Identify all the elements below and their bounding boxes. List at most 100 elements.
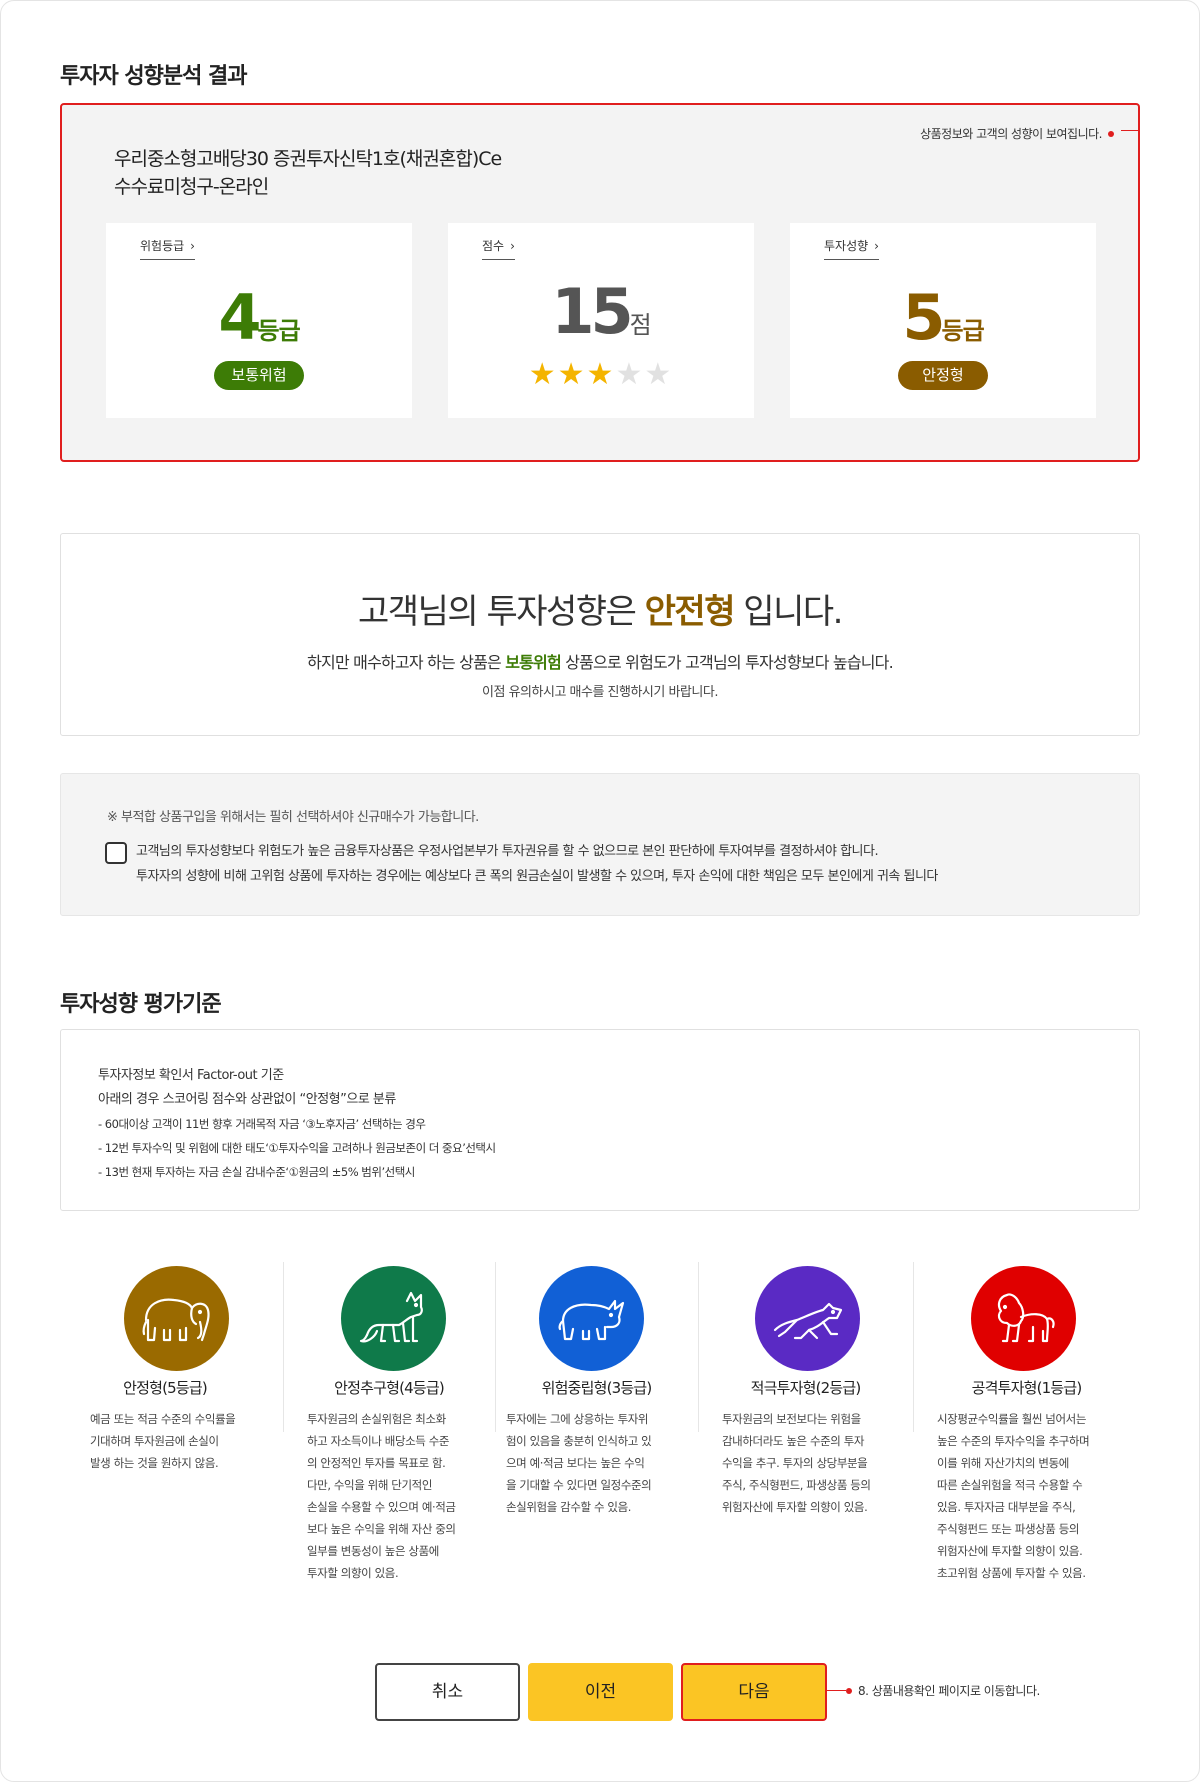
chevron-right-icon: › — [874, 238, 879, 253]
consent-text-line2: 투자자의 성향에 비해 고위험 상품에 투자하는 경우에는 예상보다 큰 폭의 … — [136, 869, 938, 884]
criteria-panel: 투자자정보 확인서 Factor-out 기준 아래의 경우 스코어링 점수와 … — [60, 1029, 1140, 1211]
score-stars: ★★★★★ — [448, 357, 754, 392]
desc-line: 투자에는 그에 상응하는 투자위 — [506, 1412, 649, 1426]
risk-grade-tab-label: 위험등급 — [140, 239, 185, 253]
desc-line: 의 안정적인 투자를 목표로 함. — [307, 1456, 446, 1470]
consent-checkbox[interactable] — [105, 842, 127, 864]
desc-line: 으며 예·적금 보다는 높은 수익 — [506, 1456, 645, 1470]
star-empty-icon: ★ — [615, 357, 645, 392]
desc-line: 투자할 의향이 있음. — [307, 1566, 399, 1580]
desc-line: 이를 위해 자산가치의 변동에 — [937, 1456, 1069, 1470]
next-annotation: 8. 상품내용확인 페이지로 이동합니다. — [826, 1682, 1040, 1699]
type-name-stable-seeking: 안정추구형(4등급) — [334, 1379, 445, 1397]
desc-line: 시장평균수익률을 훨씬 넘어서는 — [937, 1412, 1087, 1426]
type-divider — [283, 1262, 284, 1432]
result-section-title: 투자자 성향분석 결과 — [60, 64, 247, 89]
notice-main-suffix: 입니다. — [734, 592, 843, 632]
desc-line: 투자원금의 손실위험은 최소화 — [307, 1412, 446, 1426]
investor-types: 안정형(5등급) 예금 또는 적금 수준의 수익률을 기대하며 투자원금에 손실… — [60, 1262, 1140, 1602]
next-button[interactable]: 다음 — [681, 1663, 827, 1721]
type-desc-stable: 예금 또는 적금 수준의 수익률을 기대하며 투자원금에 손실이 발생 하는 것… — [90, 1408, 236, 1474]
desc-line: 투자원금의 보전보다는 위험을 — [722, 1412, 861, 1426]
desc-line: 손실위험을 감수할 수 있음. — [506, 1500, 632, 1514]
risk-grade-unit: 등급 — [257, 317, 300, 345]
prev-button[interactable]: 이전 — [528, 1663, 673, 1721]
criteria-section-title: 투자성향 평가기준 — [60, 992, 222, 1017]
type-desc-stable-seeking: 투자원금의 손실위험은 최소화 하고 자소득이나 배당소득 수준 의 안정적인 … — [307, 1408, 456, 1584]
criteria-line2: 아래의 경우 스코어링 점수와 상관없이 “안정형”으로 분류 — [98, 1092, 396, 1107]
propensity-card: 투자성향 › 5등급 안정형 — [790, 223, 1096, 418]
criteria-bullet: - 12번 투자수익 및 위험에 대한 태도‘①투자수익을 고려하나 원금보존이… — [98, 1141, 496, 1155]
desc-line: 을 기대할 수 있다면 일정수준의 — [506, 1478, 652, 1492]
propensity-unit: 등급 — [941, 317, 984, 345]
consent-note: ※ 부적합 상품구입을 위해서는 필히 선택하셔야 신규매수가 가능합니다. — [107, 810, 479, 825]
desc-line: 하고 자소득이나 배당소득 수준 — [307, 1434, 450, 1448]
annotation-connector — [1121, 130, 1139, 131]
criteria-line1: 투자자정보 확인서 Factor-out 기준 — [98, 1068, 284, 1083]
type-desc-aggressive: 시장평균수익률을 훨씬 넘어서는 높은 수준의 투자수익을 추구하며 이를 위해… — [937, 1408, 1090, 1584]
desc-line: 험이 있음을 충분히 인식하고 있 — [506, 1434, 652, 1448]
annotation-dot-icon — [1108, 130, 1114, 137]
chevron-right-icon: › — [190, 238, 195, 253]
type-name-stable: 안정형(5등급) — [123, 1379, 208, 1397]
score-value: 15점 — [448, 277, 754, 360]
desc-line: 위험자산에 투자할 의향이 있음. — [722, 1500, 868, 1514]
type-name-aggressive: 공격투자형(1등급) — [971, 1379, 1083, 1397]
propensity-notice: 고객님의 투자성향은 안전형 입니다. 하지만 매수하고자 하는 상품은 보통위… — [60, 533, 1140, 736]
propensity-value: 5등급 — [790, 283, 1096, 366]
desc-line: 감내하더라도 높은 수준의 투자 — [722, 1434, 865, 1448]
risk-grade-badge: 보통위험 — [214, 361, 304, 390]
risk-grade-tab[interactable]: 위험등급 › — [140, 237, 195, 260]
criteria-bullet: - 13번 현재 투자하는 자금 손실 감내수준‘①원금의 ±5% 범위’선택시 — [98, 1165, 415, 1179]
desc-line: 주식형펀드 또는 파생상품 등의 — [937, 1522, 1080, 1536]
desc-line: 다만, 수익을 위해 단기적인 — [307, 1478, 433, 1492]
propensity-tab-label: 투자성향 — [824, 239, 869, 253]
type-divider — [698, 1262, 699, 1432]
propensity-tab[interactable]: 투자성향 › — [824, 237, 879, 260]
product-name-line1: 우리중소형고배당30 증권투자신탁1호(채권혼합)Ce — [114, 148, 502, 170]
notice-sub-text: 하지만 매수하고자 하는 상품은 보통위험 상품으로 위험도가 고객님의 투자성… — [61, 649, 1139, 673]
score-tab-label: 점수 — [482, 239, 505, 253]
consent-panel: ※ 부적합 상품구입을 위해서는 필히 선택하셔야 신규매수가 가능합니다. 고… — [60, 773, 1140, 916]
notice-sub-suffix: 상품으로 위험도가 고객님의 투자성향보다 높습니다. — [560, 653, 893, 672]
desc-line: 기대하며 투자원금에 손실이 — [90, 1434, 219, 1448]
risk-grade-number: 4 — [218, 281, 261, 354]
desc-line: 수익을 추구. 투자의 상당부분을 — [722, 1456, 868, 1470]
notice-main-highlight: 안전형 — [644, 592, 736, 632]
risk-grade-card: 위험등급 › 4등급 보통위험 — [106, 223, 412, 418]
desc-line: 발생 하는 것을 원하지 않음. — [90, 1456, 219, 1470]
notice-sub-prefix: 하지만 매수하고자 하는 상품은 — [307, 653, 506, 672]
desc-line: 일부를 변동성이 높은 상품에 — [307, 1544, 439, 1558]
elephant-icon — [124, 1266, 229, 1371]
next-annotation-text: 8. 상품내용확인 페이지로 이동합니다. — [858, 1684, 1040, 1698]
type-name-active: 적극투자형(2등급) — [750, 1379, 862, 1397]
chevron-right-icon: › — [510, 238, 515, 253]
notice-main-text: 고객님의 투자성향은 안전형 입니다. — [61, 584, 1139, 633]
score-unit: 점 — [629, 311, 652, 339]
criteria-text: 투자자정보 확인서 Factor-out 기준 아래의 경우 스코어링 점수와 … — [98, 1064, 496, 1184]
rhino-icon — [539, 1266, 644, 1371]
desc-line: 보다 높은 수익을 위해 자산 중의 — [307, 1522, 456, 1536]
notice-caution-text: 이점 유의하시고 매수를 진행하시기 바랍니다. — [482, 685, 718, 700]
type-divider — [913, 1262, 914, 1432]
desc-line: 주식, 주식형펀드, 파생상품 등의 — [722, 1478, 871, 1492]
propensity-number: 5 — [902, 281, 945, 354]
cancel-button[interactable]: 취소 — [375, 1663, 520, 1721]
score-number: 15 — [551, 275, 633, 348]
result-panel: 상품정보와 고객의 성향이 보여집니다. 우리중소형고배당30 증권투자신탁1호… — [60, 103, 1140, 462]
desc-line: 초고위험 상품에 투자할 수 있음. — [937, 1566, 1086, 1580]
product-name-line2: 수수료미청구-온라인 — [114, 176, 269, 198]
consent-text: 고객님의 투자성향보다 위험도가 높은 금융투자상품은 우정사업본부가 투자권유… — [136, 839, 938, 889]
desc-line: 손실을 수용할 수 있으며 예·적금 — [307, 1500, 456, 1514]
annotation-line — [826, 1690, 846, 1691]
type-desc-active: 투자원금의 보전보다는 위험을 감내하더라도 높은 수준의 투자 수익을 추구.… — [722, 1408, 871, 1518]
star-empty-icon: ★ — [644, 357, 674, 392]
star-filled-icon: ★ — [528, 357, 558, 392]
lion-icon — [971, 1266, 1076, 1371]
product-name: 우리중소형고배당30 증권투자신탁1호(채권혼합)Ce 수수료미청구-온라인 — [114, 145, 502, 201]
result-annotation: 상품정보와 고객의 성향이 보여집니다. — [920, 125, 1114, 142]
star-filled-icon: ★ — [586, 357, 616, 392]
fox-icon — [341, 1266, 446, 1371]
cheetah-icon — [755, 1266, 860, 1371]
score-tab[interactable]: 점수 › — [482, 237, 515, 260]
